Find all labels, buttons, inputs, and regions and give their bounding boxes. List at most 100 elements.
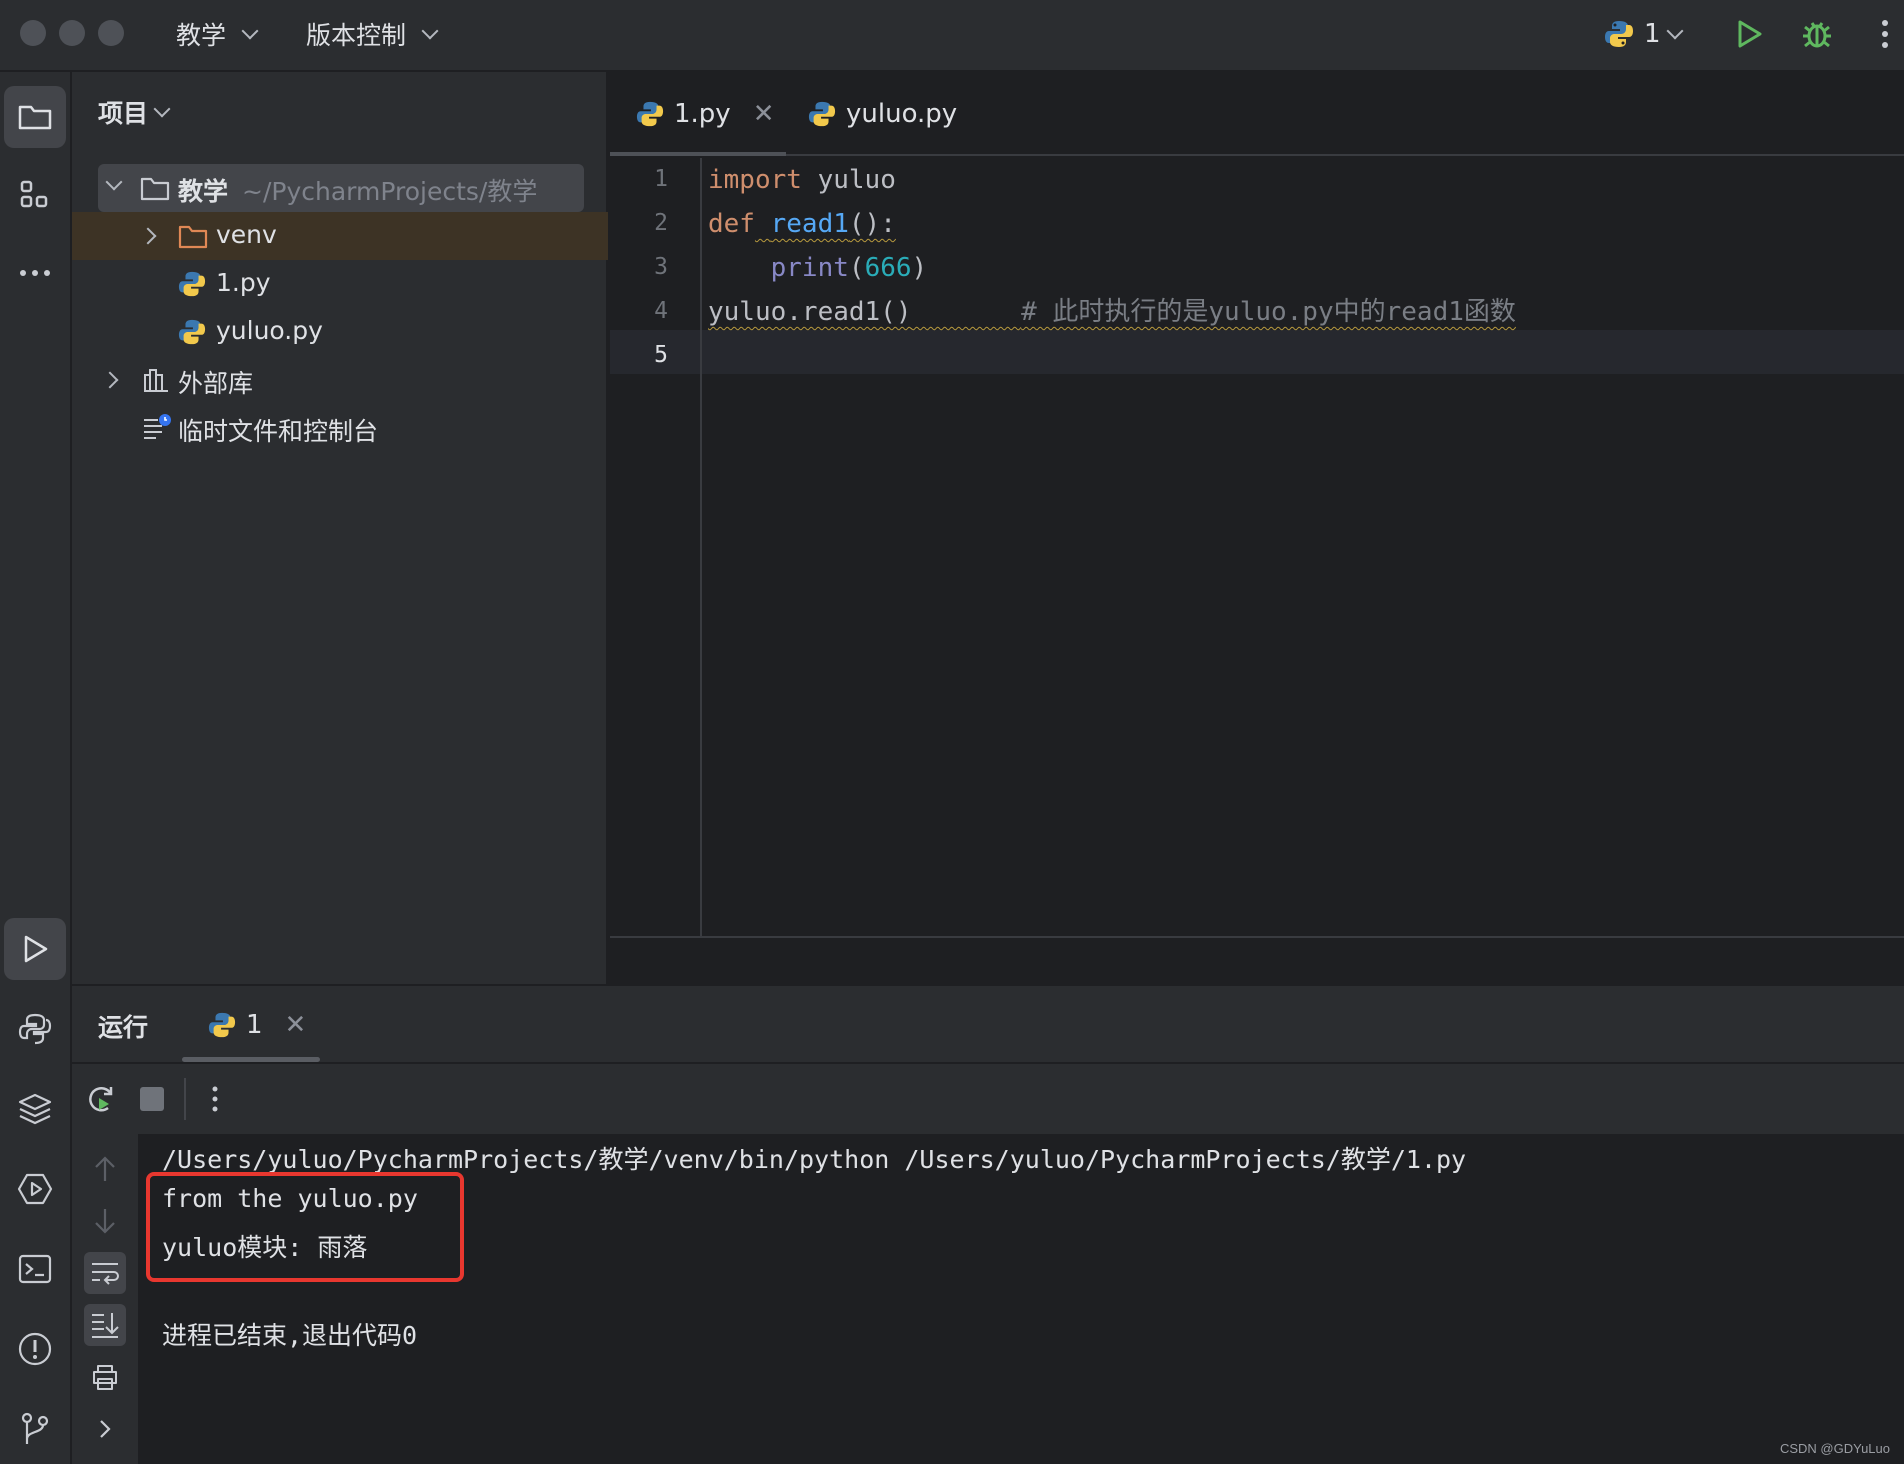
services-button[interactable] (4, 1158, 66, 1220)
line-number: 3 (654, 254, 668, 280)
run-panel-header: 运行 1 ✕ (72, 984, 1904, 1064)
tree-item-label: 临时文件和控制台 (178, 417, 379, 446)
tab-1py[interactable]: 1.py ✕ (636, 72, 775, 156)
arrow-down-icon (95, 1209, 115, 1234)
services-icon (17, 1173, 53, 1205)
soft-wrap-button[interactable] (84, 1252, 126, 1294)
window-close-button[interactable] (20, 20, 46, 46)
run-toolbar (72, 1064, 1904, 1134)
line-number: 2 (654, 210, 668, 236)
keyword-token: import (708, 165, 802, 195)
console-exit-line: 进程已结束,退出代码0 (162, 1321, 418, 1350)
current-line-highlight (610, 330, 1904, 374)
python-file-icon (178, 271, 206, 297)
terminal-icon (18, 1254, 52, 1284)
tree-item-root-path: ~/PycharmProjects/教学 (242, 177, 538, 206)
python-icon (1605, 21, 1633, 47)
active-tab-indicator (610, 152, 786, 156)
python-icon (208, 1012, 236, 1038)
console-command-line: /Users/yuluo/PycharmProjects/教学/venv/bin… (162, 1145, 1467, 1174)
expand-toolbar-button[interactable] (84, 1408, 126, 1450)
folder-icon (140, 177, 170, 201)
tree-item-label: 外部库 (178, 369, 254, 398)
window-minimize-button[interactable] (59, 20, 85, 46)
scratches-icon (144, 414, 171, 439)
run-tab-label: 1 (246, 1010, 263, 1040)
rerun-icon[interactable] (84, 1082, 118, 1116)
window-zoom-button[interactable] (98, 20, 124, 46)
console-output-line: yuluo模块: 雨落 (162, 1233, 368, 1262)
tree-item-venv[interactable]: venv (72, 212, 608, 260)
folder-icon (18, 105, 52, 130)
debug-button[interactable] (1800, 12, 1834, 56)
chevron-right-icon (139, 227, 157, 245)
python-file-icon (808, 101, 836, 127)
function-name-token: read1 (770, 209, 849, 239)
play-icon (24, 935, 48, 963)
git-branch-icon (21, 1412, 49, 1444)
printer-icon (93, 1365, 117, 1390)
python-packages-button[interactable] (4, 1078, 66, 1140)
project-panel: 项目 教学 ~/PycharmProjects/教学 venv 1.py yul… (72, 72, 608, 984)
code-editor[interactable]: 1 2 3 4 5 import yuluo def read1(): prin… (610, 158, 1904, 936)
play-icon (1738, 20, 1762, 48)
run-panel-title: 运行 (98, 1013, 149, 1042)
project-tool-button[interactable] (4, 86, 66, 148)
scroll-to-end-button[interactable] (84, 1304, 126, 1346)
keyword-token: def (708, 209, 755, 239)
structure-tool-button[interactable] (4, 164, 66, 226)
project-panel-header[interactable]: 项目 (98, 94, 171, 130)
line-number-gutter: 1 2 3 4 5 (610, 158, 702, 936)
run-config-selector[interactable]: 1 (1604, 12, 1684, 56)
code-line-2: def read1(): (708, 202, 896, 246)
run-tab-1[interactable]: 1 ✕ (208, 1000, 306, 1050)
python-console-button[interactable] (4, 998, 66, 1060)
toolbar-divider (184, 1078, 186, 1120)
structure-icon (20, 180, 48, 208)
print-button[interactable] (84, 1356, 126, 1398)
tree-item-external-libraries[interactable]: 外部库 (72, 356, 608, 404)
tree-item-root-label: 教学 (178, 177, 229, 206)
terminal-button[interactable] (4, 1238, 66, 1300)
code-token: ) (911, 253, 928, 283)
line-number: 1 (654, 166, 668, 192)
kebab-menu-icon[interactable] (210, 1082, 220, 1116)
console-output-line: from the yuluo.py (162, 1184, 418, 1213)
line-number: 4 (654, 298, 668, 324)
python-console-icon (18, 1013, 52, 1045)
tab-yuluo-py[interactable]: yuluo.py (808, 72, 957, 156)
tree-item-scratches[interactable]: 临时文件和控制台 (72, 404, 608, 452)
tree-item-1py[interactable]: 1.py (72, 260, 608, 308)
title-bar: 教学 版本控制 1 (0, 0, 1904, 72)
git-button[interactable] (4, 1398, 66, 1460)
code-line-3: print(666) (708, 246, 928, 290)
code-token: ( (848, 253, 865, 283)
project-menu[interactable]: 教学 (176, 14, 259, 54)
code-line-4: yuluo.read1() # 此时执行的是yuluo.py中的read1函数 (708, 290, 1516, 334)
chevron-down-icon (241, 22, 259, 40)
problems-button[interactable] (4, 1318, 66, 1380)
alert-circle-icon (18, 1332, 52, 1366)
stop-button[interactable] (140, 1087, 164, 1111)
run-tool-button[interactable] (4, 918, 66, 980)
code-token: yuluo.read1() (708, 297, 912, 327)
close-icon[interactable]: ✕ (285, 1010, 307, 1040)
vcs-menu[interactable]: 版本控制 (306, 14, 439, 54)
tab-label: 1.py (674, 99, 731, 129)
more-menu-button[interactable] (1880, 12, 1890, 56)
scroll-down-button[interactable] (84, 1200, 126, 1242)
code-token: yuluo (801, 165, 896, 195)
run-button[interactable] (1732, 12, 1766, 56)
chevron-down-icon (1666, 22, 1684, 40)
run-console[interactable]: /Users/yuluo/PycharmProjects/教学/venv/bin… (138, 1134, 1904, 1464)
scroll-up-button[interactable] (84, 1148, 126, 1190)
line-number: 5 (654, 342, 668, 368)
tree-item-yuluo-py[interactable]: yuluo.py (72, 308, 608, 356)
builtin-token: print (770, 253, 849, 283)
more-tools-button[interactable] (4, 242, 66, 304)
code-token: (): (848, 209, 896, 239)
close-icon[interactable]: ✕ (753, 99, 775, 129)
tree-item-root[interactable]: 教学 ~/PycharmProjects/教学 (72, 164, 608, 212)
editor-tab-bar: 1.py ✕ yuluo.py (610, 72, 1904, 156)
